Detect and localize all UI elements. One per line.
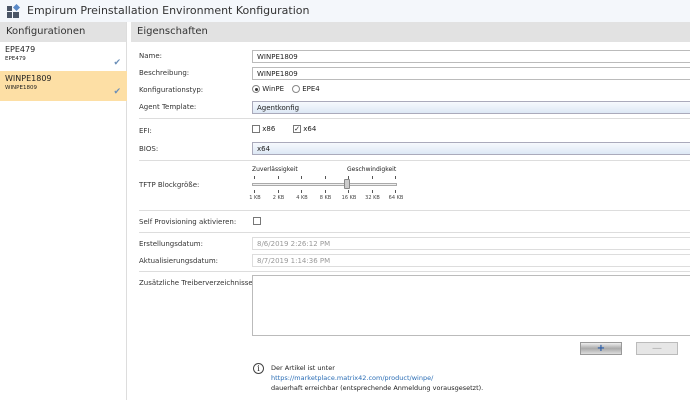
- name-label: Name:: [139, 52, 163, 60]
- name-input[interactable]: WINPE1809: [252, 50, 690, 63]
- created-label: Erstellungsdatum:: [139, 240, 203, 248]
- updated-date-field: 8/7/2019 1:14:36 PM: [252, 254, 690, 267]
- slider-tick: [324, 176, 326, 179]
- drivers-textarea[interactable]: [252, 275, 690, 336]
- config-sub: WINPE1809: [5, 85, 37, 91]
- slider-right-label: Geschwindigkeit: [347, 166, 397, 173]
- divider: [139, 160, 690, 161]
- check-icon: ✔: [113, 58, 121, 68]
- check-icon: ✔: [113, 87, 121, 97]
- slider-tick-label: 2 KB: [272, 195, 285, 201]
- drivers-label: Zusätzliche Treiberverzeichnisse:: [139, 279, 256, 287]
- slider-tick: [254, 190, 255, 193]
- efi-x64-checkbox[interactable]: ✓ x64: [293, 125, 316, 133]
- slider-tick-label: 1 KB: [249, 195, 261, 201]
- info-line: dauerhaft erreichbar (entsprechende Anme…: [271, 384, 484, 392]
- radio-label: EPE4: [302, 85, 320, 93]
- info-line: Der Artikel ist unter: [271, 364, 335, 372]
- config-item-winpe1809[interactable]: WINPE1809 WINPE1809 ✔: [0, 71, 127, 101]
- title-bar: Empirum Preinstallation Environment Konf…: [0, 0, 690, 22]
- info-text: Der Artikel ist unter https://marketplac…: [271, 363, 483, 393]
- config-name: WINPE1809: [5, 74, 52, 83]
- slider-tick: [348, 190, 349, 193]
- slider-tick-label: 32 KB: [365, 195, 380, 201]
- type-label: Konfigurationstyp:: [139, 86, 204, 94]
- slider-tick: [395, 176, 396, 179]
- properties-header: Eigenschaften: [131, 22, 690, 42]
- created-date-field: 8/6/2019 2:26:12 PM: [252, 237, 690, 250]
- slider-tick-label: 4 KB: [296, 195, 308, 201]
- agent-template-label: Agent Template:: [139, 103, 197, 111]
- checkbox-label: x86: [262, 125, 276, 133]
- bios-label: BIOS:: [139, 145, 159, 153]
- slider-tick: [254, 176, 255, 179]
- marketplace-link[interactable]: https://marketplace.matrix42.com/product…: [271, 374, 433, 382]
- radio-label: WinPE: [262, 85, 285, 93]
- app-logo-icon: [7, 4, 21, 18]
- slider-tick: [395, 190, 396, 193]
- checkmark-icon: ✓: [293, 125, 301, 133]
- checkbox-icon: [252, 125, 260, 133]
- self-provisioning-label: Self Provisioning aktivieren:: [139, 218, 237, 226]
- tftp-slider-thumb[interactable]: [344, 179, 350, 189]
- agent-template-select[interactable]: Agentkonfig: [252, 101, 690, 114]
- slider-tick: [371, 176, 373, 179]
- slider-tick: [277, 176, 279, 179]
- config-sub: EPE479: [5, 56, 26, 62]
- slider-tick: [277, 190, 279, 193]
- divider: [139, 118, 690, 119]
- slider-tick: [301, 176, 302, 179]
- slider-tick-label: 16 KB: [341, 195, 357, 201]
- updated-label: Aktualisierungsdatum:: [139, 257, 219, 265]
- slider-tick: [324, 190, 326, 193]
- slider-tick: [371, 190, 373, 193]
- remove-driver-button[interactable]: —: [636, 342, 678, 355]
- slider-left-label: Zuverlässigkeit: [252, 166, 298, 173]
- efi-label: EFI:: [139, 127, 152, 135]
- slider-tick-label: 64 KB: [388, 195, 404, 201]
- divider: [139, 232, 690, 233]
- tftp-label: TFTP Blockgröße:: [139, 181, 200, 189]
- configurations-header: Konfigurationen: [0, 22, 126, 42]
- bios-select[interactable]: x64: [252, 142, 690, 155]
- type-radio-epe4[interactable]: EPE4: [292, 85, 320, 93]
- radio-icon: [292, 85, 300, 93]
- tftp-slider-track[interactable]: [252, 183, 397, 186]
- efi-x86-checkbox[interactable]: x86: [252, 125, 275, 133]
- config-item-epe479[interactable]: EPE479 EPE479 ✔: [0, 42, 127, 72]
- slider-tick-label: 8 KB: [319, 195, 332, 201]
- window-title: Empirum Preinstallation Environment Konf…: [27, 4, 310, 17]
- divider: [139, 210, 690, 211]
- type-radio-winpe[interactable]: WinPE: [252, 85, 284, 93]
- configurations-panel: Konfigurationen EPE479 EPE479 ✔ WINPE180…: [0, 22, 127, 400]
- slider-tick: [301, 190, 302, 193]
- divider: [139, 271, 690, 272]
- self-provisioning-checkbox[interactable]: [253, 217, 261, 225]
- info-icon: i: [253, 363, 264, 374]
- checkbox-label: x64: [303, 125, 317, 133]
- radio-icon: [252, 85, 260, 93]
- slider-tick: [348, 176, 349, 179]
- description-input[interactable]: WINPE1809: [252, 67, 690, 80]
- description-label: Beschreibung:: [139, 69, 190, 77]
- config-name: EPE479: [5, 45, 36, 54]
- add-driver-button[interactable]: +: [580, 342, 622, 355]
